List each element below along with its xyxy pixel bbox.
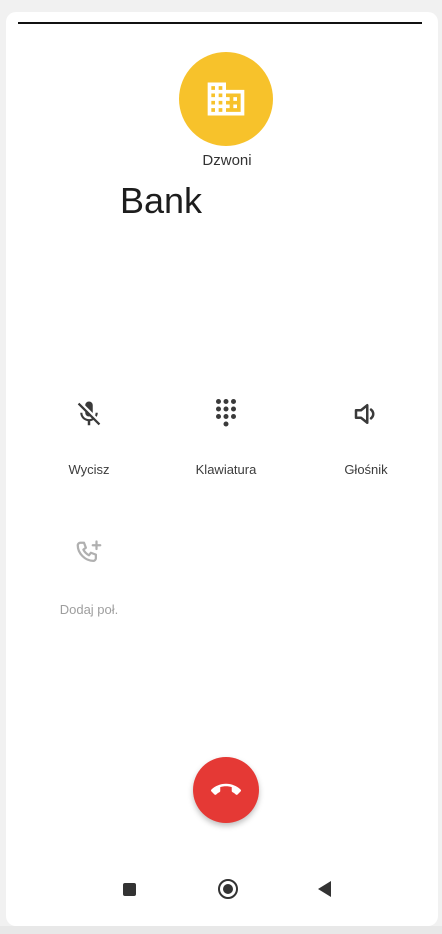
back-triangle-icon xyxy=(317,881,331,897)
status-divider xyxy=(18,22,422,24)
dialpad-icon xyxy=(216,399,236,427)
square-icon xyxy=(122,882,136,896)
navigation-bar xyxy=(6,862,438,912)
mic-off-icon xyxy=(77,401,101,426)
mute-button[interactable]: Wycisz xyxy=(29,394,149,477)
call-status: Dzwoni xyxy=(202,152,252,169)
mute-label: Wycisz xyxy=(68,462,110,477)
keypad-button[interactable]: Klawiatura xyxy=(166,394,286,477)
recents-button[interactable] xyxy=(114,874,144,904)
speaker-label: Głośnik xyxy=(344,462,388,477)
back-button[interactable] xyxy=(309,874,339,904)
building-icon xyxy=(207,82,245,116)
keypad-label: Klawiatura xyxy=(195,462,257,477)
speaker-button[interactable]: Głośnik xyxy=(306,394,426,477)
caller-name: Bank xyxy=(120,180,203,221)
add-call-icon xyxy=(76,540,102,562)
call-screen: Dzwoni Bank Wycisz Klawiatura Głośnik Do… xyxy=(6,12,438,926)
home-circle-icon xyxy=(218,879,238,899)
caller-avatar xyxy=(179,52,273,146)
bottom-edge xyxy=(0,926,442,934)
speaker-icon xyxy=(354,404,375,424)
add-call-label: Dodaj poł. xyxy=(59,602,119,617)
home-button[interactable] xyxy=(213,874,243,904)
add-call-button[interactable]: Dodaj poł. xyxy=(29,534,149,617)
end-call-button[interactable] xyxy=(193,757,259,823)
hang-up-icon xyxy=(211,783,241,795)
